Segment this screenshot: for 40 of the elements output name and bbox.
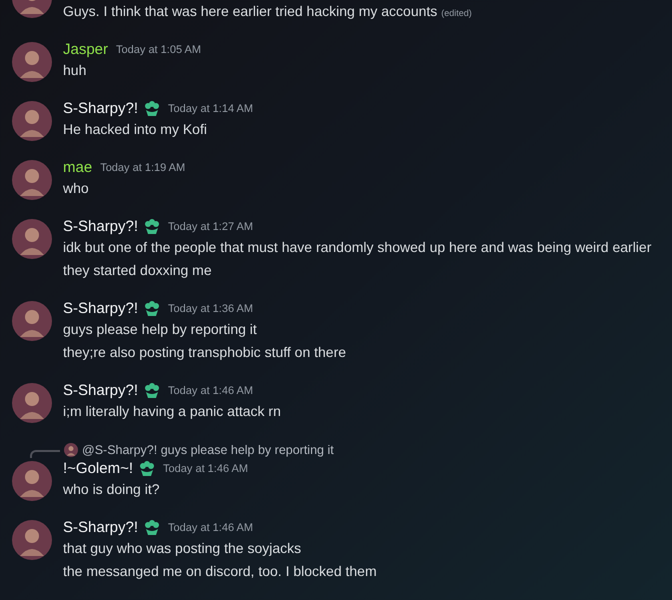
username[interactable]: S-Sharpy?! xyxy=(63,216,138,238)
reply-avatar[interactable] xyxy=(64,443,78,457)
message-text: they;re also posting transphobic stuff on there xyxy=(63,343,346,362)
timestamp: Today at 1:05 AM xyxy=(116,42,202,58)
username[interactable]: mae xyxy=(63,156,92,180)
message-text: huh xyxy=(63,61,88,80)
message-text: who is doing it? xyxy=(63,480,161,499)
timestamp: Today at 1:14 AM xyxy=(168,102,254,117)
message-text: that guy who was posting the soyjacks xyxy=(63,539,302,558)
avatar[interactable] xyxy=(12,160,52,200)
timestamp: Today at 1:46 AM xyxy=(163,462,248,477)
message-text: guys please help by reporting it xyxy=(63,320,258,339)
username[interactable]: S-Sharpy?! xyxy=(63,298,138,320)
avatar[interactable] xyxy=(12,219,52,259)
username[interactable]: S-Sharpy?! xyxy=(63,380,138,402)
avatar[interactable] xyxy=(12,520,52,560)
avatar[interactable] xyxy=(12,101,52,141)
message-text: who xyxy=(63,179,90,198)
message-text: they started doxxing me xyxy=(63,261,213,280)
avatar[interactable] xyxy=(12,42,52,82)
message-text: He hacked into my Kofi xyxy=(63,120,208,139)
message-text: Guys. I think that was here earlier tried hacking my accounts xyxy=(63,2,438,21)
reply-preview: @S-Sharpy?! guys please help by reporting it xyxy=(82,442,334,459)
timestamp: Today at 1:46 AM xyxy=(168,384,254,399)
avatar[interactable] xyxy=(12,301,52,341)
timestamp: Today at 1:46 AM xyxy=(168,520,254,536)
timestamp: Today at 1:27 AM xyxy=(168,220,254,235)
username[interactable]: S-Sharpy?! xyxy=(63,516,138,540)
username[interactable]: S-Sharpy?! xyxy=(63,98,138,120)
timestamp: Today at 1:36 AM xyxy=(168,302,254,317)
username[interactable]: !~Golem~! xyxy=(63,458,134,480)
avatar[interactable] xyxy=(12,461,52,501)
timestamp: Today at 1:19 AM xyxy=(100,160,186,176)
avatar[interactable] xyxy=(12,383,52,423)
message-text: i;m literally having a panic attack rn xyxy=(63,402,281,421)
username[interactable]: Jasper xyxy=(63,38,108,62)
reply-connector xyxy=(30,450,60,458)
message-text: idk but one of the people that must have randomly showed up here and was being weird earlier xyxy=(63,238,652,257)
message-text: the messanged me on discord, too. I blocked them xyxy=(63,562,377,581)
edited-label: (edited) xyxy=(441,7,472,20)
